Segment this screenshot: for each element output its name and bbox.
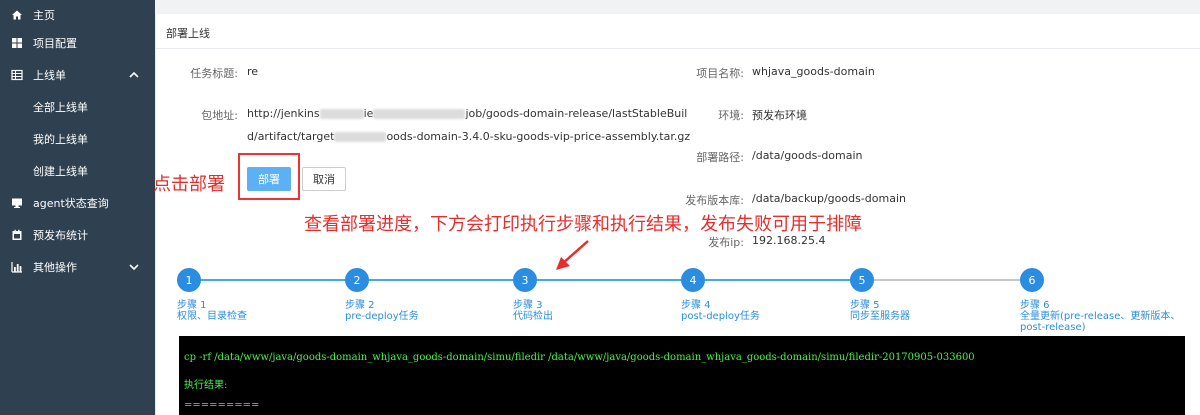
env-value: 预发布环境 [752, 109, 807, 122]
grid-icon [11, 37, 23, 49]
cancel-button[interactable]: 取消 [302, 167, 346, 191]
sidebar-item-label: 全部上线单 [33, 101, 88, 114]
sidebar-item-project-config[interactable]: 项目配置 [0, 28, 155, 58]
step-1-title: 步骤 1 [177, 300, 207, 311]
project-name-value: whjava_goods-domain [752, 65, 875, 78]
home-icon [11, 9, 23, 21]
step-3-circle: 3 [513, 268, 537, 292]
annotation-arrow-icon [556, 240, 589, 270]
steps-pending-line [856, 279, 1033, 281]
task-title-value: re [247, 65, 259, 78]
desktop-icon [11, 197, 23, 209]
sidebar-item-all-orders[interactable]: 全部上线单 [0, 92, 155, 122]
blurred-redaction [319, 109, 364, 119]
console-line: 执行结果: [184, 380, 228, 391]
annotation-click-deploy: 点击部署 [153, 174, 225, 195]
sidebar-item-label: 主页 [33, 9, 55, 22]
sidebar-item-release-orders[interactable]: 上线单 [0, 60, 155, 90]
step-2-title: 步骤 2 [345, 300, 375, 311]
task-title-label: 任务标题: [190, 67, 238, 80]
step-5-title: 步骤 5 [850, 300, 880, 311]
step-4-desc: post-deploy任务 [681, 311, 760, 322]
step-3-desc: 代码检出 [513, 311, 553, 322]
sidebar-item-create-order[interactable]: 创建上线单 [0, 156, 155, 186]
step-5-circle: 5 [850, 268, 874, 292]
release-lib-value: /data/backup/goods-domain [752, 192, 906, 205]
package-url-label: 包地址: [201, 109, 238, 122]
calendar-icon [11, 229, 23, 241]
deploy-path-value: /data/goods-domain [752, 149, 863, 162]
sidebar-item-label: agent状态查询 [33, 197, 109, 210]
chevron-up-icon[interactable] [128, 69, 140, 81]
chevron-down-icon[interactable] [128, 261, 140, 273]
sidebar-item-label: 我的上线单 [33, 133, 88, 146]
package-url-segment: job/goods-domain-release/lastStableBuil [465, 107, 688, 120]
step-2-desc: pre-deploy任务 [345, 311, 419, 322]
step-1-circle: 1 [177, 268, 201, 292]
env-label: 环境: [718, 109, 744, 122]
annotation-progress-note: 查看部署进度，下方会打印执行步骤和执行结果，发布失败可用于排障 [304, 214, 862, 235]
blurred-redaction [334, 132, 387, 142]
sidebar-item-label: 创建上线单 [33, 165, 88, 178]
sidebar-item-label: 其他操作 [33, 261, 77, 274]
release-lib-label: 发布版本库: [685, 194, 744, 207]
sidebar-item-other-ops[interactable]: 其他操作 [0, 252, 155, 282]
deploy-button[interactable]: 部署 [247, 167, 291, 191]
console-line: ========= [184, 400, 260, 411]
sidebar: 主页 项目配置 上线单 全部上线单 我的上线单 创建上线单 agent状态查询 … [0, 0, 155, 415]
sidebar-item-label: 项目配置 [33, 37, 77, 50]
step-4-title: 步骤 4 [681, 300, 711, 311]
sidebar-item-label: 预发布统计 [33, 229, 88, 242]
package-url-segment: d/artifact/target [247, 130, 335, 143]
table-icon [11, 69, 23, 81]
step-5-desc: 同步至服务器 [850, 311, 910, 322]
sidebar-item-label: 上线单 [33, 69, 66, 82]
step-6-title: 步骤 6 [1020, 300, 1050, 311]
release-ip-label: 发布ip: [708, 236, 744, 249]
page-title: 部署上线 [166, 27, 210, 40]
panel-header: 部署上线 [156, 14, 1200, 49]
step-3-title: 步骤 3 [513, 300, 543, 311]
blurred-redaction [373, 109, 466, 119]
sidebar-item-my-orders[interactable]: 我的上线单 [0, 124, 155, 154]
package-url-line-2: d/artifact/target oods-domain-3.4.0-sku-g… [247, 130, 690, 143]
deploy-path-label: 部署路径: [696, 151, 744, 164]
bar-chart-icon [11, 261, 23, 273]
project-name-label: 项目名称: [696, 67, 744, 80]
sidebar-item-agent-status[interactable]: agent状态查询 [0, 188, 155, 218]
step-4-circle: 4 [681, 268, 705, 292]
sidebar-item-home[interactable]: 主页 [0, 0, 155, 30]
step-2-circle: 2 [345, 268, 369, 292]
step-1-desc: 权限、目录检查 [177, 311, 247, 322]
package-url-line-1: http://jenkins ie job/goods-domain-release… [247, 107, 687, 120]
step-6-circle: 6 [1020, 268, 1044, 292]
console-output: cp -rf /data/www/java/goods-domain_whjav… [179, 336, 1185, 415]
package-url-segment: ie [363, 107, 374, 120]
step-6-desc: 全量更新(pre-release、更新版本、post-release) [1020, 311, 1181, 333]
sidebar-item-prerelease-stats[interactable]: 预发布统计 [0, 220, 155, 250]
console-line: cp -rf /data/www/java/goods-domain_whjav… [184, 352, 975, 363]
package-url-segment: http://jenkins [247, 107, 320, 120]
package-url-segment: oods-domain-3.4.0-sku-goods-vip-price-as… [386, 130, 691, 143]
